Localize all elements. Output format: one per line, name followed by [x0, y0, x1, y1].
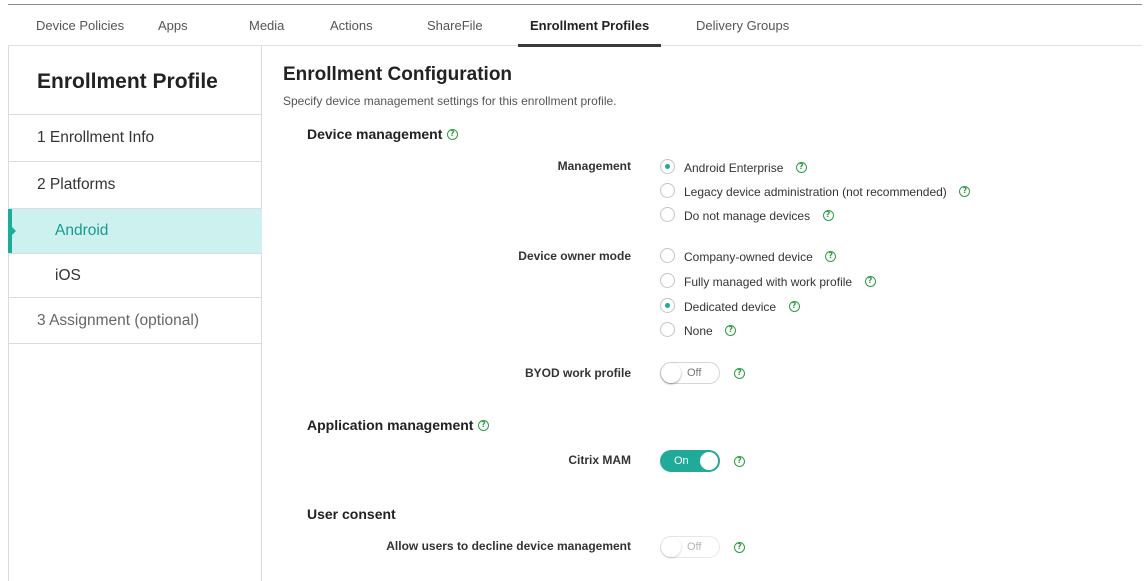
help-icon[interactable]: ? [795, 162, 807, 174]
sidebar-item-ios[interactable]: iOS [9, 253, 262, 297]
citrix-mam-toggle[interactable]: On [660, 450, 720, 472]
help-icon[interactable]: ? [734, 542, 745, 553]
radio-fully-managed-work-profile[interactable] [660, 273, 675, 288]
tab-apps[interactable]: Apps [158, 5, 188, 46]
toggle-state: On [674, 455, 689, 467]
allow-decline-label: Allow users to decline device management [386, 539, 631, 553]
tab-actions[interactable]: Actions [330, 5, 373, 46]
help-icon[interactable]: ? [725, 325, 737, 337]
tab-media[interactable]: Media [249, 5, 284, 46]
sidebar-item-android[interactable]: Android [8, 208, 262, 253]
radio-dedicated-device[interactable] [660, 298, 675, 313]
sidebar-item-assignment[interactable]: 3 Assignment (optional) [9, 297, 262, 344]
tab-enrollment-profiles[interactable]: Enrollment Profiles [517, 5, 662, 47]
device-owner-mode-label: Device owner mode [518, 249, 631, 263]
option-dedicated-device: Dedicated device ? [684, 298, 800, 316]
radio-android-enterprise[interactable] [660, 159, 675, 174]
help-icon[interactable]: ? [734, 368, 745, 379]
top-nav: Device Policies Apps Media Actions Share… [8, 4, 1142, 47]
tab-device-policies[interactable]: Device Policies [36, 5, 124, 46]
device-management-heading: Device management ? [307, 126, 458, 144]
toggle-state: Off [687, 367, 702, 379]
sidebar-item-label: 3 Assignment (optional) [37, 311, 199, 329]
toggle-knob [661, 363, 681, 383]
sidebar-item-label: 2 Platforms [37, 176, 116, 193]
option-company-owned: Company-owned device ? [684, 248, 837, 266]
help-icon[interactable]: ? [446, 129, 458, 141]
option-none: None ? [684, 322, 737, 340]
option-android-enterprise: Android Enterprise ? [684, 159, 807, 177]
toggle-knob [700, 452, 718, 470]
tab-delivery-groups[interactable]: Delivery Groups [696, 5, 789, 46]
toggle-state: Off [687, 541, 702, 553]
help-icon[interactable]: ? [959, 186, 971, 198]
sidebar-item-label: Android [55, 222, 109, 239]
sidebar-title: Enrollment Profile [37, 70, 218, 93]
byod-work-profile-label: BYOD work profile [524, 366, 631, 380]
allow-decline-toggle[interactable]: Off [660, 536, 720, 558]
help-icon[interactable]: ? [788, 301, 800, 313]
sidebar-item-platforms[interactable]: 2 Platforms [9, 161, 262, 208]
help-icon[interactable]: ? [734, 456, 745, 467]
user-consent-heading: User consent [307, 506, 396, 522]
device-management-title: Device management [307, 126, 443, 142]
page-subtitle: Specify device management settings for t… [283, 94, 617, 108]
help-icon[interactable]: ? [822, 210, 834, 222]
sidebar-item-enrollment-info[interactable]: 1 Enrollment Info [9, 114, 262, 161]
radio-none[interactable] [660, 322, 675, 337]
management-label: Management [557, 159, 631, 173]
sidebar-item-label: iOS [55, 266, 81, 284]
option-do-not-manage: Do not manage devices ? [684, 207, 834, 225]
option-legacy-device-admin: Legacy device administration (not recomm… [684, 183, 971, 201]
sidebar: Enrollment Profile 1 Enrollment Info 2 P… [8, 46, 262, 581]
help-icon[interactable]: ? [825, 251, 837, 263]
tab-sharefile[interactable]: ShareFile [427, 5, 483, 46]
help-icon[interactable]: ? [477, 420, 489, 432]
sidebar-item-label: 1 Enrollment Info [37, 129, 155, 146]
toggle-knob [661, 537, 681, 557]
radio-legacy-device-admin[interactable] [660, 183, 675, 198]
radio-do-not-manage[interactable] [660, 207, 675, 222]
option-fully-managed-work-profile: Fully managed with work profile ? [684, 273, 876, 291]
application-management-title: Application management [307, 417, 474, 433]
main-content: Enrollment Configuration Specify device … [262, 46, 1144, 581]
page-title: Enrollment Configuration [283, 64, 513, 85]
citrix-mam-label: Citrix MAM [568, 453, 631, 467]
help-icon[interactable]: ? [864, 276, 876, 288]
byod-work-profile-toggle[interactable]: Off [660, 362, 720, 384]
radio-company-owned[interactable] [660, 248, 675, 263]
application-management-heading: Application management ? [307, 417, 489, 435]
